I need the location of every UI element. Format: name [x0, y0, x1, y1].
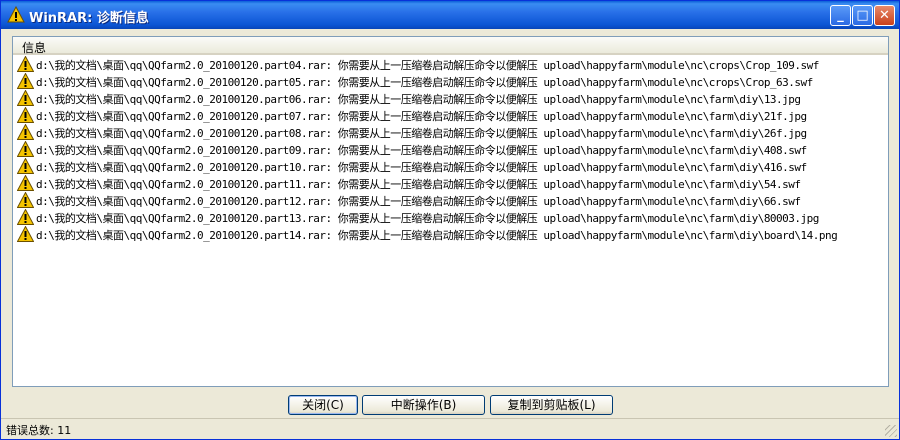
minimize-button[interactable]: _ [830, 5, 851, 26]
list-item-text: d:\我的文档\桌面\qq\QQfarm2.0_20100120.part08.… [36, 127, 807, 140]
list-item-text: d:\我的文档\桌面\qq\QQfarm2.0_20100120.part11.… [36, 178, 801, 191]
list-item-text: d:\我的文档\桌面\qq\QQfarm2.0_20100120.part14.… [36, 229, 838, 242]
abort-button[interactable]: 中断操作(B) [362, 395, 485, 415]
list-item-text: d:\我的文档\桌面\qq\QQfarm2.0_20100120.part09.… [36, 144, 807, 157]
resize-grip[interactable] [885, 425, 897, 437]
warning-icon [7, 6, 25, 23]
list-item[interactable]: d:\我的文档\桌面\qq\QQfarm2.0_20100120.part14.… [13, 226, 888, 243]
list-item[interactable]: d:\我的文档\桌面\qq\QQfarm2.0_20100120.part12.… [13, 192, 888, 209]
warning-icon [17, 158, 34, 174]
column-header-info[interactable]: 信息 [13, 37, 888, 55]
list-item[interactable]: d:\我的文档\桌面\qq\QQfarm2.0_20100120.part04.… [13, 56, 888, 73]
list-item-text: d:\我的文档\桌面\qq\QQfarm2.0_20100120.part06.… [36, 93, 801, 106]
maximize-button[interactable]: □ [852, 5, 873, 26]
column-header-label: 信息 [22, 41, 47, 55]
list-item[interactable]: d:\我的文档\桌面\qq\QQfarm2.0_20100120.part13.… [13, 209, 888, 226]
warning-icon [17, 107, 34, 123]
warning-icon [17, 141, 34, 157]
window-title: WinRAR: 诊断信息 [29, 11, 149, 26]
list-item-text: d:\我的文档\桌面\qq\QQfarm2.0_20100120.part13.… [36, 212, 819, 225]
warning-icon [17, 192, 34, 208]
warning-icon [17, 90, 34, 106]
list-item-text: d:\我的文档\桌面\qq\QQfarm2.0_20100120.part10.… [36, 161, 807, 174]
list-item[interactable]: d:\我的文档\桌面\qq\QQfarm2.0_20100120.part06.… [13, 90, 888, 107]
diagnostic-window: WinRAR: 诊断信息 _ □ ✕ 信息 d:\我的文档\桌面\qq\QQfa… [0, 0, 900, 440]
warning-icon [17, 175, 34, 191]
copy-to-clipboard-button[interactable]: 复制到剪贴板(L) [490, 395, 613, 415]
warning-icon [17, 73, 34, 89]
message-rows: d:\我的文档\桌面\qq\QQfarm2.0_20100120.part04.… [13, 56, 888, 243]
list-item-text: d:\我的文档\桌面\qq\QQfarm2.0_20100120.part07.… [36, 110, 807, 123]
list-item[interactable]: d:\我的文档\桌面\qq\QQfarm2.0_20100120.part10.… [13, 158, 888, 175]
list-item[interactable]: d:\我的文档\桌面\qq\QQfarm2.0_20100120.part05.… [13, 73, 888, 90]
list-item-text: d:\我的文档\桌面\qq\QQfarm2.0_20100120.part05.… [36, 76, 813, 89]
close-window-button[interactable]: ✕ [874, 5, 895, 26]
list-item[interactable]: d:\我的文档\桌面\qq\QQfarm2.0_20100120.part11.… [13, 175, 888, 192]
status-bar: 错误总数: 11 [1, 418, 899, 439]
list-item[interactable]: d:\我的文档\桌面\qq\QQfarm2.0_20100120.part08.… [13, 124, 888, 141]
list-item-text: d:\我的文档\桌面\qq\QQfarm2.0_20100120.part04.… [36, 59, 819, 72]
list-item[interactable]: d:\我的文档\桌面\qq\QQfarm2.0_20100120.part07.… [13, 107, 888, 124]
warning-icon [17, 226, 34, 242]
warning-icon [17, 209, 34, 225]
close-button[interactable]: 关闭(C) [288, 395, 358, 415]
error-count: 错误总数: 11 [6, 424, 72, 437]
warning-icon [17, 56, 34, 72]
message-list[interactable]: 信息 d:\我的文档\桌面\qq\QQfarm2.0_20100120.part… [12, 36, 889, 387]
list-item[interactable]: d:\我的文档\桌面\qq\QQfarm2.0_20100120.part09.… [13, 141, 888, 158]
list-item-text: d:\我的文档\桌面\qq\QQfarm2.0_20100120.part12.… [36, 195, 801, 208]
title-bar[interactable]: WinRAR: 诊断信息 _ □ ✕ [1, 1, 899, 29]
warning-icon [17, 124, 34, 140]
